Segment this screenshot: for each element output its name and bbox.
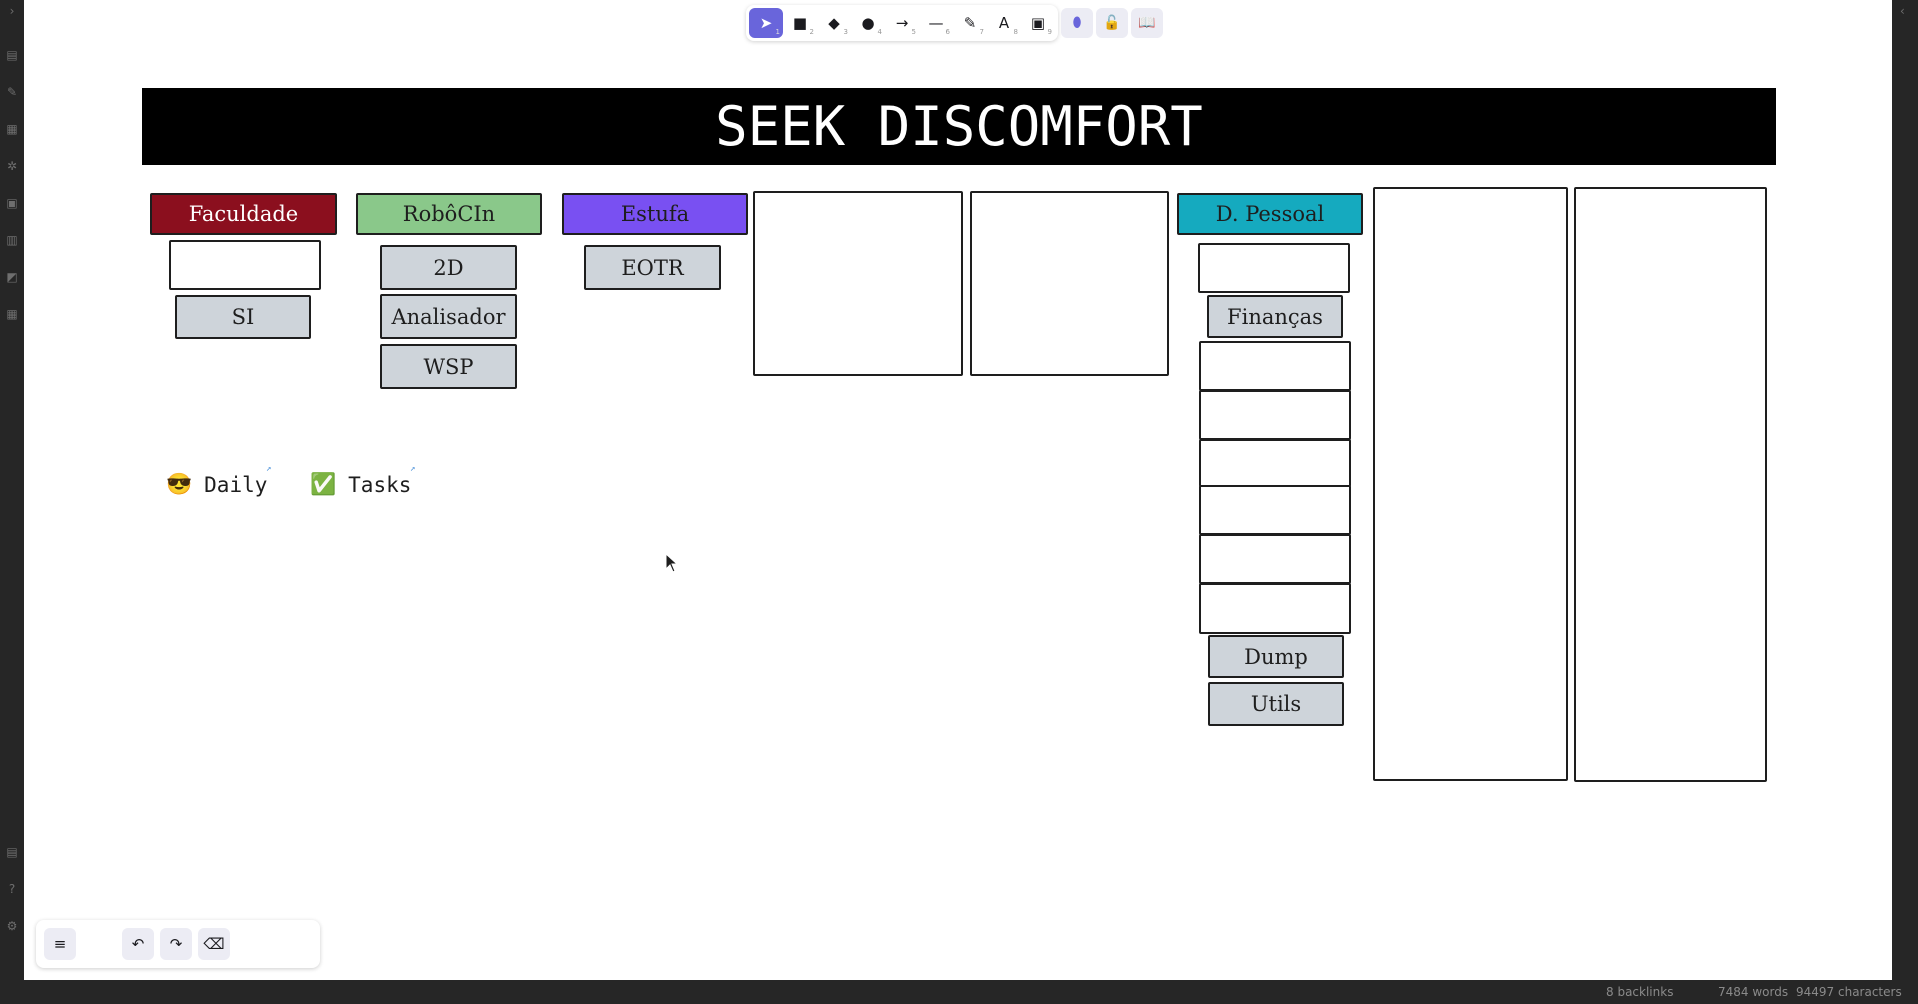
help-icon[interactable]: ? (5, 882, 19, 896)
eraser-icon[interactable]: ⌫ (198, 928, 230, 960)
left-ribbon: › ▤ ✎ ▦ ✲ ▣ ▥ ◩ ▦ ▤ ? ⚙ (0, 0, 24, 980)
word-count: 7484 words (1718, 985, 1789, 999)
empty-column-box[interactable] (970, 191, 1169, 376)
character-count: 94497 characters (1796, 985, 1902, 999)
header-pessoal[interactable]: D. Pessoal (1177, 193, 1363, 235)
image-tool[interactable]: ▣ 9 (1021, 8, 1055, 38)
link-tasks[interactable]: ✅ Tasks ↗ (310, 464, 415, 497)
mouse-cursor-icon (665, 553, 679, 573)
status-bar: 8 backlinks 7484 words 94497 characters (0, 980, 1918, 1004)
bookmark-icon[interactable]: ✎ (5, 85, 19, 99)
empty-card[interactable] (1199, 485, 1351, 535)
empty-card[interactable] (1199, 439, 1351, 487)
backlinks-count[interactable]: 8 backlinks (1606, 985, 1673, 999)
selection-tool[interactable]: ➤ 1 (749, 8, 783, 38)
canvas-icon[interactable]: ▦ (5, 122, 19, 136)
header-faculdade[interactable]: Faculdade (150, 193, 337, 235)
tool-group: ➤ 1 ■ 2 ◆ 3 ● 4 → 5 —6 ✎ 7 A8 ▣ 9 (746, 5, 1058, 41)
header-robocin[interactable]: RobôCIn (356, 193, 542, 235)
vault-icon[interactable]: ▤ (5, 845, 19, 859)
card-financas[interactable]: Finanças (1207, 295, 1343, 338)
empty-tall-column[interactable] (1373, 187, 1568, 781)
header-estufa[interactable]: Estufa (562, 193, 748, 235)
settings-icon[interactable]: ⚙ (5, 919, 19, 933)
graph-icon[interactable]: ✲ (5, 159, 19, 173)
card-analisador[interactable]: Analisador (380, 294, 517, 339)
calendar-icon[interactable]: ▣ (5, 196, 19, 210)
link-daily-label: Daily (204, 472, 268, 497)
right-sidebar-edge: ‹ (1892, 0, 1918, 980)
chevron-left-icon[interactable]: ‹ (1900, 4, 1905, 18)
external-link-icon: ↗ (266, 464, 272, 474)
empty-column-box[interactable] (753, 191, 963, 376)
card-si[interactable]: SI (175, 295, 311, 339)
publish-icon[interactable]: ◩ (5, 270, 19, 284)
link-tasks-label: Tasks (348, 472, 412, 497)
card-wsp[interactable]: WSP (380, 344, 517, 389)
line-tool[interactable]: —6 (919, 8, 953, 38)
bottom-controls: ≡ ↶ ↷ ⌫ (36, 920, 320, 968)
ellipse-tool[interactable]: ● 4 (851, 8, 885, 38)
link-daily[interactable]: 😎 Daily ↗ (166, 464, 271, 497)
template-icon[interactable]: ▥ (5, 233, 19, 247)
empty-card[interactable] (1199, 583, 1351, 634)
card-2d[interactable]: 2D (380, 245, 517, 290)
obsidian-tools-icon[interactable]: ⬮ (1061, 8, 1093, 38)
excalidraw-canvas[interactable]: ➤ 1 ■ 2 ◆ 3 ● 4 → 5 —6 ✎ 7 A8 ▣ 9 ⬮ 🔓 📖 SEEK DI… (24, 0, 1892, 980)
menu-icon[interactable]: ≡ (44, 928, 76, 960)
card-eotr[interactable]: EOTR (584, 245, 721, 290)
text-tool[interactable]: A8 (987, 8, 1021, 38)
empty-card[interactable] (1199, 390, 1351, 440)
sunglasses-emoji-icon: 😎 (166, 472, 193, 496)
rectangle-tool[interactable]: ■ 2 (783, 8, 817, 38)
checkmark-emoji-icon: ✅ (310, 472, 337, 496)
empty-card[interactable] (1199, 341, 1351, 391)
redo-icon[interactable]: ↷ (160, 928, 192, 960)
arrow-tool[interactable]: → 5 (885, 8, 919, 38)
collapse-chevron-icon[interactable]: › (5, 4, 19, 18)
draw-tool[interactable]: ✎ 7 (953, 8, 987, 38)
shape-toolbar: ➤ 1 ■ 2 ◆ 3 ● 4 → 5 —6 ✎ 7 A8 ▣ 9 ⬮ 🔓 📖 (746, 5, 1163, 41)
card-dump[interactable]: Dump (1208, 635, 1344, 678)
card-utils[interactable]: Utils (1208, 682, 1344, 726)
empty-card[interactable] (1198, 243, 1350, 293)
files-icon[interactable]: ▤ (5, 48, 19, 62)
daily-note-icon[interactable]: ▦ (5, 307, 19, 321)
board-title[interactable]: SEEK DISCOMFORT (142, 88, 1776, 165)
undo-icon[interactable]: ↶ (122, 928, 154, 960)
library-icon[interactable]: 📖 (1131, 8, 1163, 38)
diamond-tool[interactable]: ◆ 3 (817, 8, 851, 38)
external-link-icon: ↗ (410, 464, 416, 474)
lock-icon[interactable]: 🔓 (1096, 8, 1128, 38)
empty-card[interactable] (169, 240, 321, 290)
empty-tall-column[interactable] (1574, 187, 1767, 782)
empty-card[interactable] (1199, 534, 1351, 584)
